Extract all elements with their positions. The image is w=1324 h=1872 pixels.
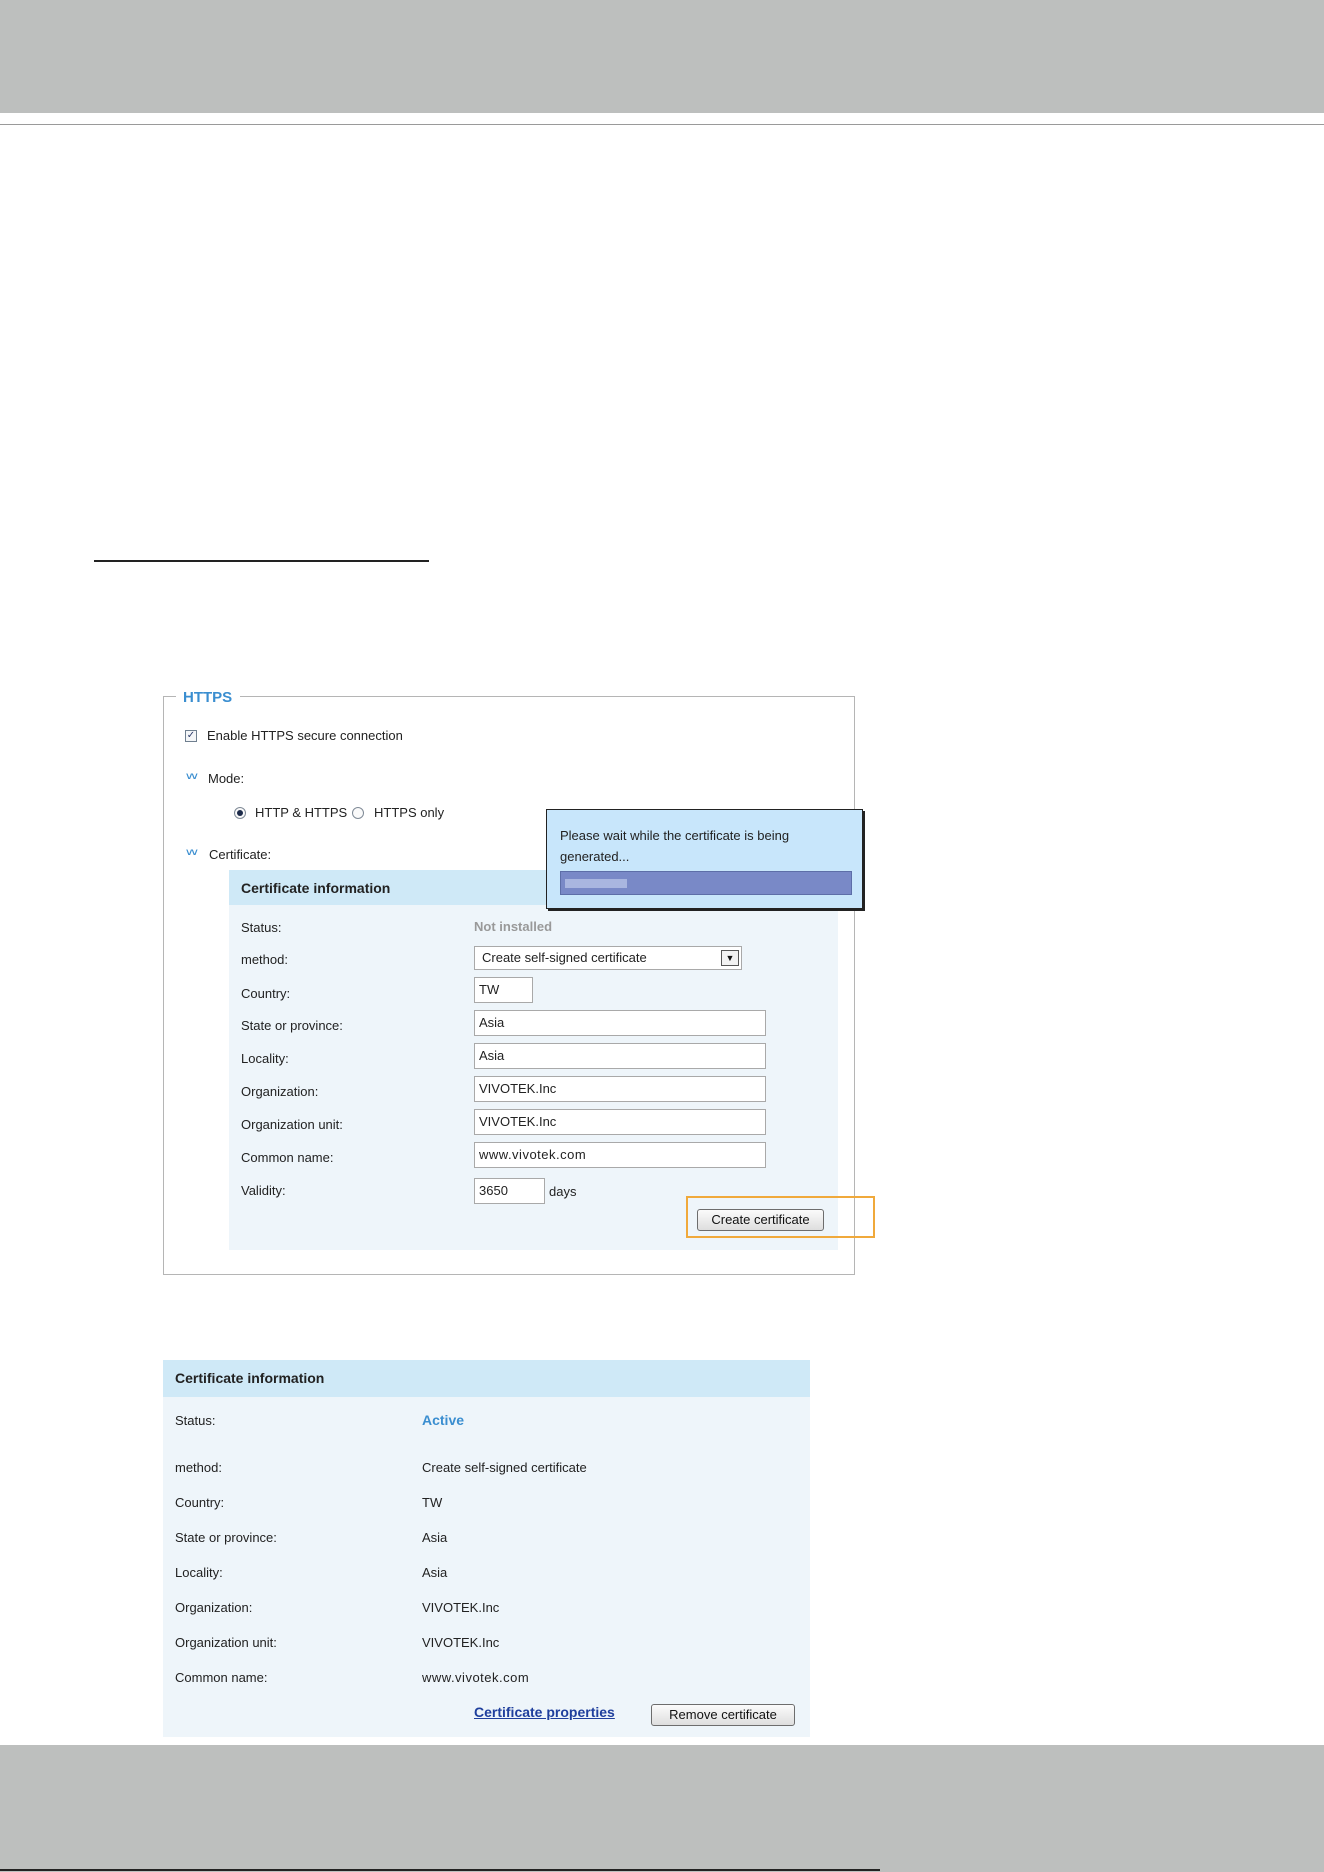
certificate-info-title: Certificate information (175, 1370, 325, 1386)
state-label: State or province: (241, 1018, 343, 1033)
info-state-label: State or province: (175, 1530, 277, 1545)
method-label: method: (241, 952, 288, 967)
validity-unit: days (549, 1184, 577, 1199)
status-value: Not installed (474, 919, 553, 934)
radio-unselected-icon (352, 807, 364, 819)
generating-popup: Please wait while the certificate is bei… (546, 809, 863, 909)
certificate-form-title: Certificate information (241, 880, 391, 896)
info-common-name-label: Common name: (175, 1670, 268, 1685)
info-country-value: TW (422, 1495, 443, 1510)
https-legend: HTTPS (176, 688, 241, 708)
mode-radio-http-https[interactable] (234, 807, 246, 819)
locality-input[interactable]: Asia (474, 1043, 766, 1069)
info-state-value: Asia (422, 1530, 448, 1545)
page-header-band (0, 0, 1324, 113)
info-country-label: Country: (175, 1495, 225, 1510)
info-method-label: method: (175, 1460, 222, 1475)
status-label: Status: (241, 920, 282, 935)
popup-message: Please wait while the certificate is bei… (560, 828, 790, 864)
header-divider (0, 124, 1324, 125)
progress-bar (560, 871, 852, 895)
organization-input[interactable]: VIVOTEK.Inc (474, 1076, 766, 1102)
method-select[interactable]: Create self-signed certificate ▼ (474, 946, 742, 970)
org-unit-input[interactable]: VIVOTEK.Inc (474, 1109, 766, 1135)
info-org-unit-label: Organization unit: (175, 1635, 277, 1650)
info-common-name-value: www.vivotek.com (422, 1670, 530, 1685)
common-name-input[interactable]: www.vivotek.com (474, 1142, 766, 1168)
info-organization-value: VIVOTEK.Inc (422, 1600, 500, 1615)
info-organization-label: Organization: (175, 1600, 253, 1615)
create-certificate-button[interactable]: Create certificate (697, 1209, 824, 1231)
org-unit-label: Organization unit: (241, 1117, 343, 1132)
section-underline (94, 560, 429, 562)
mode-label: Mode: (208, 771, 245, 786)
info-status-label: Status: (175, 1413, 216, 1428)
country-input[interactable]: TW (474, 977, 533, 1003)
country-label: Country: (241, 986, 291, 1001)
dropdown-arrow-icon[interactable]: ▼ (721, 950, 739, 966)
locality-label: Locality: (241, 1051, 289, 1066)
enable-https-checkbox[interactable]: ✓ (185, 730, 197, 742)
info-method-value: Create self-signed certificate (422, 1460, 587, 1475)
enable-https-label: Enable HTTPS secure connection (207, 728, 403, 743)
page-footer-band (0, 1745, 1324, 1872)
info-locality-label: Locality: (175, 1565, 223, 1580)
method-select-value: Create self-signed certificate (482, 950, 647, 965)
state-input[interactable]: Asia (474, 1010, 766, 1036)
mode-option-http-https-label: HTTP & HTTPS (255, 805, 348, 820)
info-locality-value: Asia (422, 1565, 448, 1580)
footer-divider (0, 1869, 880, 1871)
certificate-properties-link[interactable]: Certificate properties (474, 1703, 615, 1721)
validity-input[interactable]: 3650 (474, 1178, 545, 1204)
info-status-value: Active (422, 1412, 465, 1428)
certificate-label: Certificate: (209, 847, 272, 862)
mode-option-https-only-label: HTTPS only (374, 805, 445, 820)
validity-label: Validity: (241, 1183, 286, 1198)
info-org-unit-value: VIVOTEK.Inc (422, 1635, 500, 1650)
mode-radio-https-only[interactable] (352, 807, 364, 819)
checkbox-check-icon: ✓ (185, 730, 197, 742)
mode-chevron-icon[interactable]: ˅˅ (186, 771, 198, 783)
certificate-chevron-icon[interactable]: ˅˅ (186, 847, 198, 859)
organization-label: Organization: (241, 1084, 319, 1099)
common-name-label: Common name: (241, 1150, 334, 1165)
remove-certificate-button[interactable]: Remove certificate (651, 1704, 795, 1726)
progress-bar-fill (565, 879, 627, 888)
radio-selected-icon (234, 807, 246, 819)
